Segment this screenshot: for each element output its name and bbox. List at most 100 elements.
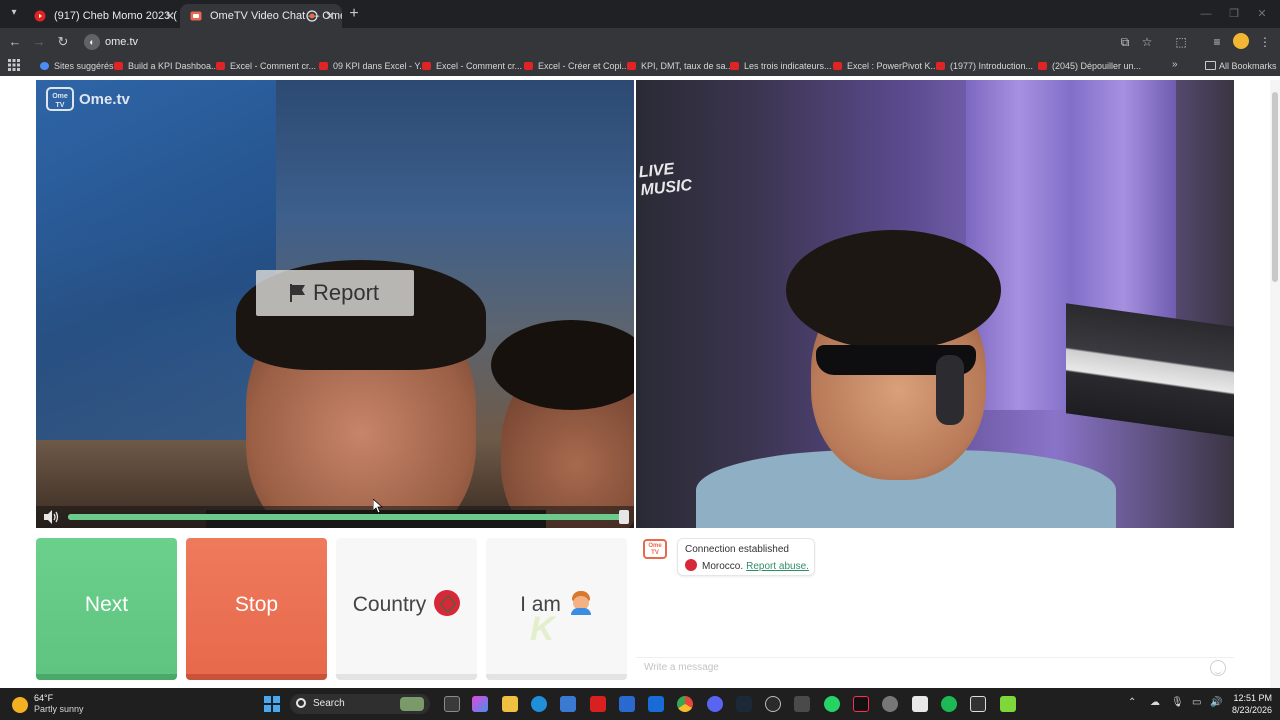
lexis-app-icon[interactable] xyxy=(590,696,606,712)
mouse-cursor-icon xyxy=(373,499,383,513)
message-placeholder: Write a message xyxy=(644,662,719,673)
app-icon[interactable] xyxy=(970,696,986,712)
extensions-icon[interactable]: ⬚ xyxy=(1172,33,1190,51)
weather-widget[interactable]: 64°F Partly sunny xyxy=(12,693,132,715)
volume-tray-icon[interactable]: 🔊 xyxy=(1210,697,1222,708)
microphone-icon[interactable]: 🎙 xyxy=(1171,697,1184,708)
taskbar-search[interactable]: Search xyxy=(290,694,430,714)
show-hidden-icons[interactable]: ⌃ xyxy=(1128,697,1136,708)
editor-app-icon[interactable] xyxy=(619,696,635,712)
close-tab-icon[interactable]: ✕ xyxy=(162,6,178,26)
chrome-icon[interactable] xyxy=(677,696,693,712)
copilot-icon[interactable] xyxy=(472,696,488,712)
video-microphone xyxy=(936,355,964,425)
profile-avatar[interactable] xyxy=(1233,33,1249,49)
system-clock[interactable]: 12:51 PM 8/23/2026 xyxy=(1226,692,1272,716)
chatgpt-icon[interactable] xyxy=(765,696,781,712)
bookmark-item[interactable]: Les trois indicateurs... xyxy=(730,59,832,73)
task-view-icon[interactable] xyxy=(444,696,460,712)
display-icon[interactable]: ▭ xyxy=(1192,697,1201,708)
bookmarks-overflow-icon[interactable]: » xyxy=(1172,59,1178,70)
minimize-icon[interactable]: — xyxy=(1196,6,1216,22)
edge-icon[interactable] xyxy=(531,696,547,712)
clock-date: 8/23/2026 xyxy=(1231,705,1272,715)
restore-icon[interactable]: ❐ xyxy=(1224,6,1244,22)
page-scrollbar[interactable] xyxy=(1270,80,1280,688)
speaker-icon[interactable] xyxy=(42,509,60,525)
next-button[interactable]: Next xyxy=(36,538,177,680)
partly-sunny-icon xyxy=(12,697,28,713)
whatsapp-icon[interactable] xyxy=(824,696,840,712)
file-explorer-icon[interactable] xyxy=(502,696,518,712)
tab-youtube[interactable]: (917) Cheb Momo 2023 ( Ostora... ✕ xyxy=(24,4,180,28)
video-keyboard xyxy=(1066,303,1234,437)
next-label: Next xyxy=(84,593,129,616)
youtube-icon xyxy=(422,62,431,70)
search-highlight-icon xyxy=(400,697,424,711)
youtube-icon xyxy=(730,62,739,70)
emoji-icon[interactable] xyxy=(1210,660,1226,676)
apps-grid-icon[interactable] xyxy=(8,59,20,71)
flag-icon xyxy=(290,284,305,302)
bookmark-item[interactable]: Excel - Comment cr... xyxy=(422,59,522,73)
media-control-icon[interactable]: ≡ xyxy=(1208,33,1226,51)
all-bookmarks-button[interactable]: All Bookmarks xyxy=(1205,56,1277,76)
cast-icon[interactable]: ⧉ xyxy=(1116,33,1134,51)
stop-label: Stop xyxy=(234,593,279,616)
back-icon[interactable]: ← xyxy=(6,33,24,51)
discord-icon[interactable] xyxy=(707,696,723,712)
tiktok-icon[interactable] xyxy=(853,696,869,712)
message-input[interactable]: Write a message xyxy=(636,657,1234,679)
report-button[interactable]: Report xyxy=(256,270,414,316)
volume-slider-thumb[interactable] xyxy=(619,510,629,524)
report-abuse-link[interactable]: Report abuse. xyxy=(746,561,809,572)
close-window-icon[interactable]: ✕ xyxy=(1252,6,1272,22)
system-message: Connection established Morocco. Report ab… xyxy=(677,538,815,576)
spotify-icon[interactable] xyxy=(941,696,957,712)
nvidia-app-icon[interactable] xyxy=(1000,696,1016,712)
bookmark-star-icon[interactable]: ☆ xyxy=(1138,33,1156,51)
menu-icon[interactable]: ⋮ xyxy=(1256,33,1274,51)
tab-ometv[interactable]: OmeTV Video Chat — Omegle... ✕ xyxy=(180,4,342,28)
forward-icon[interactable]: → xyxy=(30,33,48,51)
bookmarks-bar: Sites suggérés Build a KPI Dashboa... Ex… xyxy=(0,56,1280,76)
new-tab-button[interactable]: + xyxy=(345,5,363,23)
windows-start-icon[interactable] xyxy=(264,696,280,712)
bookmark-item[interactable]: Sites suggérés xyxy=(40,59,114,73)
scrollbar-thumb[interactable] xyxy=(1272,92,1278,282)
country-button[interactable]: Country xyxy=(336,538,477,680)
bookmark-item[interactable]: (2045) Dépouiller un... xyxy=(1038,59,1141,73)
bookmark-item[interactable]: Excel : PowerPivot K... xyxy=(833,59,938,73)
bookmark-item[interactable]: 09 KPI dans Excel - Y... xyxy=(319,59,427,73)
connection-status: Connection established xyxy=(685,544,789,555)
search-icon xyxy=(296,698,306,708)
steam-icon[interactable] xyxy=(736,696,752,712)
bookmark-item[interactable]: Excel - Créer et Copi... xyxy=(524,59,629,73)
youtube-icon xyxy=(627,62,636,70)
reload-icon[interactable]: ↻ xyxy=(54,33,72,51)
windows-taskbar xyxy=(0,688,1280,720)
site-info-icon[interactable]: ◐ xyxy=(84,34,100,50)
volume-control xyxy=(36,506,634,528)
outlook-icon[interactable] xyxy=(648,696,664,712)
youtube-icon xyxy=(114,62,123,70)
stop-button[interactable]: Stop xyxy=(186,538,327,680)
video-person-hair xyxy=(786,230,1001,350)
tab-search-chevron-icon[interactable]: ▾ xyxy=(6,5,22,21)
volume-slider[interactable] xyxy=(68,514,624,520)
live-music-sign: LIVE MUSIC xyxy=(637,160,693,200)
bookmark-item[interactable]: KPI, DMT, taux de sa... xyxy=(627,59,733,73)
channel-watermark-logo: K xyxy=(530,610,555,648)
capcut-icon[interactable] xyxy=(912,696,928,712)
youtube-icon xyxy=(1038,62,1047,70)
bookmark-item[interactable]: (1977) Introduction... xyxy=(936,59,1033,73)
obs-icon[interactable] xyxy=(882,696,898,712)
bookmark-item[interactable]: Build a KPI Dashboa... xyxy=(114,59,219,73)
volume-fill xyxy=(68,514,624,520)
bookmark-item[interactable]: Excel - Comment cr... xyxy=(216,59,316,73)
close-tab-icon[interactable]: ✕ xyxy=(322,6,338,26)
address-bar[interactable]: ◐ ome.tv xyxy=(80,31,1136,53)
onedrive-icon[interactable]: ☁ xyxy=(1150,697,1160,708)
store-icon[interactable] xyxy=(560,696,576,712)
app-icon[interactable] xyxy=(794,696,810,712)
